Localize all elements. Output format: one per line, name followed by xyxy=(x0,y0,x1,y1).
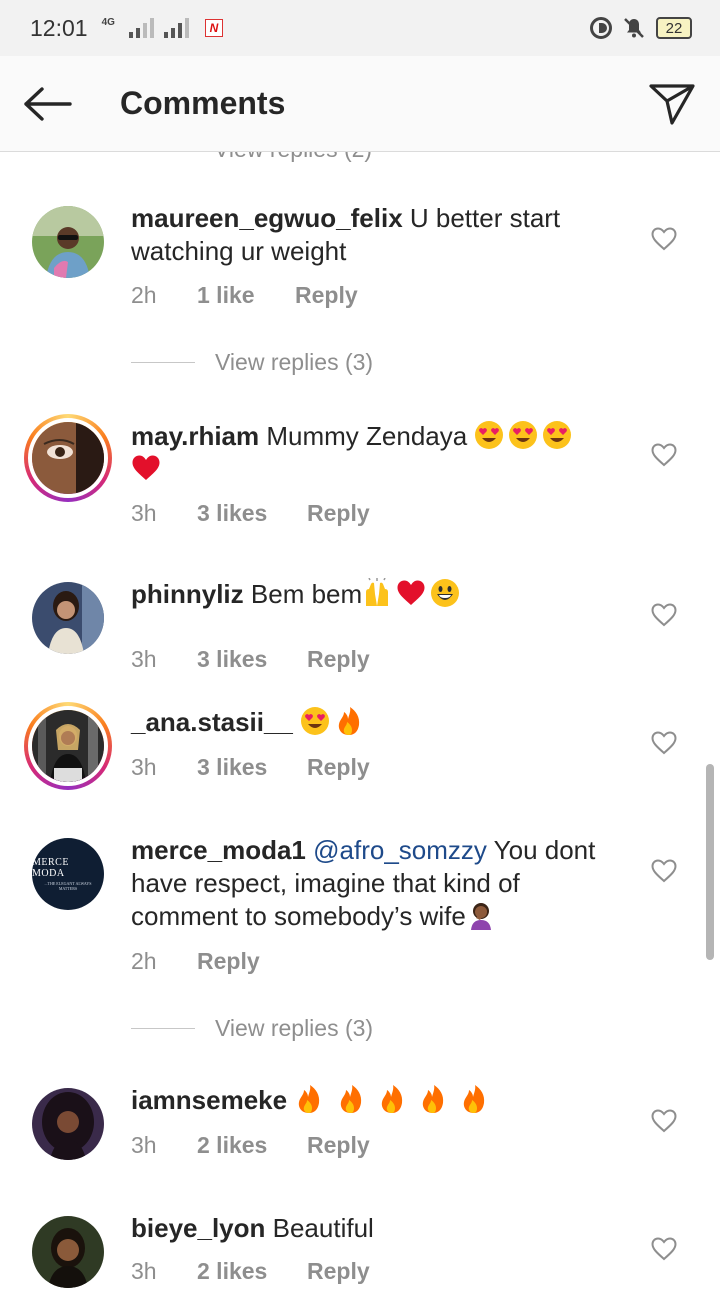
paper-plane-icon xyxy=(649,83,695,125)
comment-username[interactable]: phinnyliz xyxy=(131,579,244,609)
avatar-story[interactable] xyxy=(24,702,112,790)
heart-outline-icon[interactable] xyxy=(651,1109,677,1133)
network-type: 4G xyxy=(101,16,115,28)
back-button[interactable] xyxy=(0,56,120,152)
raising-hands-emoji-icon xyxy=(366,578,389,606)
red-heart-emoji-icon xyxy=(397,580,425,605)
likes-count[interactable]: 3 likes xyxy=(197,500,307,527)
heart-outline-icon[interactable] xyxy=(651,603,677,627)
reply-button[interactable]: Reply xyxy=(295,282,358,309)
status-time: 12:01 xyxy=(30,14,88,41)
comment-meta: 2h 1 like Reply xyxy=(131,282,358,309)
signal-2-icon xyxy=(163,18,189,38)
grinning-emoji-icon xyxy=(431,579,460,607)
avatar[interactable]: MERCE MODA ...THE ELEGANT ALWAYS MATTERS xyxy=(32,838,104,910)
comment-time: 3h xyxy=(131,646,157,672)
heart-eyes-emoji-icon xyxy=(543,421,572,449)
mention-link[interactable]: @afro_somzzy xyxy=(313,835,487,865)
fire-emoji-icon xyxy=(464,1085,485,1113)
likes-count[interactable]: 2 likes xyxy=(197,1132,307,1159)
fire-emoji-icon xyxy=(338,707,360,735)
comment-meta: 3h 3 likes Reply xyxy=(131,754,370,781)
comment-text: iamnsemeke xyxy=(131,1084,631,1117)
comment-time: 3h xyxy=(131,1132,157,1158)
app-header: Comments xyxy=(0,56,720,152)
divider xyxy=(131,1028,195,1029)
heart-eyes-emoji-icon xyxy=(475,421,504,449)
likes-count[interactable]: 2 likes xyxy=(197,1258,307,1285)
fire-emoji-icon xyxy=(299,1085,320,1113)
view-replies-partial[interactable]: View replies (2) xyxy=(214,152,372,163)
share-button[interactable] xyxy=(624,56,720,152)
comment-meta: 2h Reply xyxy=(131,948,260,975)
signal-icon xyxy=(128,18,154,38)
comment-time: 3h xyxy=(131,1258,157,1284)
mute-icon xyxy=(624,18,644,38)
page-title: Comments xyxy=(120,85,286,121)
data-saver-icon xyxy=(590,17,612,39)
reply-button[interactable]: Reply xyxy=(307,754,370,781)
comment-meta: 3h 3 likes Reply xyxy=(131,646,370,673)
heart-outline-icon[interactable] xyxy=(651,443,677,467)
avatar-brand-text: MERCE MODA xyxy=(32,857,69,879)
red-heart-emoji-icon xyxy=(132,455,160,480)
fire-emoji-icon xyxy=(381,1085,402,1113)
heart-eyes-emoji-icon xyxy=(301,707,330,735)
heart-outline-icon[interactable] xyxy=(651,227,677,251)
status-bar: 12:01 4G N 22 xyxy=(0,0,720,56)
comment-username[interactable]: _ana.stasii__ xyxy=(131,707,293,737)
likes-count[interactable]: 1 like xyxy=(197,282,295,309)
heart-eyes-emoji-icon xyxy=(509,421,538,449)
avatar[interactable] xyxy=(32,1216,104,1288)
reply-button[interactable]: Reply xyxy=(197,948,260,975)
comment-text: may.rhiam Mummy Zendaya xyxy=(131,420,631,486)
comment-username[interactable]: iamnsemeke xyxy=(131,1085,287,1115)
comment-time: 3h xyxy=(131,754,157,780)
comment-text: phinnyliz Bem bem xyxy=(131,578,631,611)
comment-username[interactable]: merce_moda1 xyxy=(131,835,306,865)
comment-text: merce_moda1 @afro_somzzy You dont have r… xyxy=(131,835,596,931)
view-replies-button[interactable]: View replies (3) xyxy=(131,1015,373,1042)
likes-count[interactable]: 3 likes xyxy=(197,754,307,781)
fire-emoji-icon xyxy=(422,1085,444,1113)
avatar[interactable] xyxy=(32,1088,104,1160)
reply-button[interactable]: Reply xyxy=(307,646,370,673)
comment-username[interactable]: may.rhiam xyxy=(131,421,259,451)
avatar-story[interactable] xyxy=(24,414,112,502)
avatar-brand-subtext: ...THE ELEGANT ALWAYS MATTERS xyxy=(44,881,92,891)
battery-icon: 22 xyxy=(656,17,692,39)
view-replies-button[interactable]: View replies (3) xyxy=(131,349,373,376)
reply-button[interactable]: Reply xyxy=(307,1132,370,1159)
divider xyxy=(131,362,195,363)
comment-meta: 3h 3 likes Reply xyxy=(131,500,370,527)
reply-button[interactable]: Reply xyxy=(307,1258,370,1285)
comment-time: 3h xyxy=(131,500,157,526)
scrollbar[interactable] xyxy=(706,764,714,960)
facepalm-emoji-icon xyxy=(470,903,491,930)
comment-text: _ana.stasii__ xyxy=(131,706,631,739)
comment-text: maureen_egwuo_felix U better start watch… xyxy=(131,203,561,266)
comment-meta: 3h 2 likes Reply xyxy=(131,1132,370,1159)
comment-text: bieye_lyon Beautiful xyxy=(131,1213,374,1243)
heart-outline-icon[interactable] xyxy=(651,1237,677,1261)
reply-button[interactable]: Reply xyxy=(307,500,370,527)
avatar[interactable] xyxy=(32,582,104,654)
fire-emoji-icon xyxy=(340,1085,361,1113)
heart-outline-icon[interactable] xyxy=(651,731,677,755)
comment-username[interactable]: bieye_lyon xyxy=(131,1213,265,1243)
comment-time: 2h xyxy=(131,282,157,308)
comment-username[interactable]: maureen_egwuo_felix xyxy=(131,203,403,233)
comment-meta: 3h 2 likes Reply xyxy=(131,1258,370,1285)
heart-outline-icon[interactable] xyxy=(651,859,677,883)
avatar[interactable] xyxy=(32,206,104,278)
likes-count[interactable]: 3 likes xyxy=(197,646,307,673)
notification-app-icon: N xyxy=(204,19,223,37)
comments-list[interactable]: View replies (2) maureen_egwuo_felix U b… xyxy=(0,152,720,1312)
arrow-left-icon xyxy=(24,86,72,121)
comment-time: 2h xyxy=(131,948,157,974)
